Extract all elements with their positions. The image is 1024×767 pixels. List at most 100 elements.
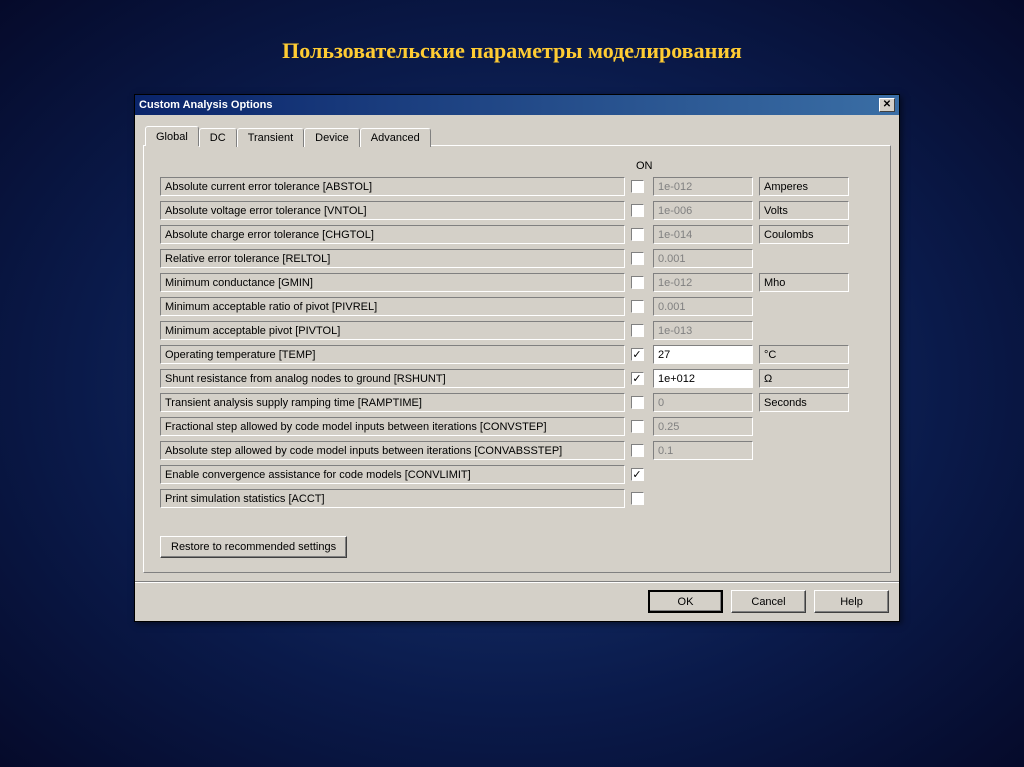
option-checkbox[interactable]: [631, 180, 644, 193]
checkbox-wrap: [625, 420, 649, 433]
option-value: 1e-012: [653, 177, 753, 196]
option-row: Minimum acceptable pivot [PIVTOL] 1e-013: [160, 320, 880, 341]
tab-global[interactable]: Global: [145, 126, 199, 146]
option-checkbox[interactable]: [631, 444, 644, 457]
option-label: Transient analysis supply ramping time […: [160, 393, 625, 412]
option-label: Absolute voltage error tolerance [VNTOL]: [160, 201, 625, 220]
option-value: 0.001: [653, 249, 753, 268]
option-label: Enable convergence assistance for code m…: [160, 465, 625, 484]
checkbox-wrap: [625, 228, 649, 241]
option-value: [653, 489, 753, 508]
checkbox-wrap: [625, 492, 649, 505]
checkbox-wrap: [625, 444, 649, 457]
slide-title: Пользовательские параметры моделирования: [0, 0, 1024, 84]
option-value: 1e-006: [653, 201, 753, 220]
tab-device[interactable]: Device: [304, 128, 360, 147]
dialog-buttons: OK Cancel Help: [135, 581, 899, 621]
option-checkbox[interactable]: [631, 204, 644, 217]
option-label: Absolute step allowed by code model inpu…: [160, 441, 625, 460]
option-label: Minimum acceptable pivot [PIVTOL]: [160, 321, 625, 340]
option-label: Absolute charge error tolerance [CHGTOL]: [160, 225, 625, 244]
option-label: Minimum acceptable ratio of pivot [PIVRE…: [160, 297, 625, 316]
option-checkbox[interactable]: ✓: [631, 372, 644, 385]
cancel-button[interactable]: Cancel: [731, 590, 806, 613]
option-unit: [759, 321, 849, 340]
tab-panel-global: ON Absolute current error tolerance [ABS…: [143, 145, 891, 573]
option-row: Print simulation statistics [ACCT]: [160, 488, 880, 509]
checkbox-wrap: [625, 252, 649, 265]
titlebar: Custom Analysis Options ✕: [135, 95, 899, 115]
option-row: Absolute charge error tolerance [CHGTOL]…: [160, 224, 880, 245]
dialog-body: GlobalDCTransientDeviceAdvanced ON Absol…: [135, 115, 899, 581]
option-label: Print simulation statistics [ACCT]: [160, 489, 625, 508]
checkbox-wrap: [625, 276, 649, 289]
option-value: 0.1: [653, 441, 753, 460]
option-checkbox[interactable]: [631, 492, 644, 505]
option-value: 1e-013: [653, 321, 753, 340]
checkbox-wrap: [625, 300, 649, 313]
option-value: 0: [653, 393, 753, 412]
option-unit: [759, 465, 849, 484]
option-label: Operating temperature [TEMP]: [160, 345, 625, 364]
option-unit: [759, 249, 849, 268]
option-checkbox[interactable]: [631, 420, 644, 433]
option-row: Minimum acceptable ratio of pivot [PIVRE…: [160, 296, 880, 317]
checkbox-wrap: ✓: [625, 348, 649, 361]
option-checkbox[interactable]: [631, 276, 644, 289]
option-unit: Amperes: [759, 177, 849, 196]
dialog-window: Custom Analysis Options ✕ GlobalDCTransi…: [134, 94, 900, 622]
restore-button[interactable]: Restore to recommended settings: [160, 536, 347, 558]
checkbox-wrap: ✓: [625, 372, 649, 385]
dialog-title: Custom Analysis Options: [139, 99, 272, 111]
option-unit: Ω: [759, 369, 849, 388]
option-checkbox[interactable]: [631, 252, 644, 265]
help-button[interactable]: Help: [814, 590, 889, 613]
close-icon[interactable]: ✕: [879, 98, 895, 112]
option-unit: [759, 297, 849, 316]
checkbox-wrap: [625, 204, 649, 217]
option-unit: Mho: [759, 273, 849, 292]
option-checkbox[interactable]: ✓: [631, 468, 644, 481]
option-row: Relative error tolerance [RELTOL] 0.001: [160, 248, 880, 269]
option-row: Fractional step allowed by code model in…: [160, 416, 880, 437]
tab-transient[interactable]: Transient: [237, 128, 304, 147]
option-checkbox[interactable]: ✓: [631, 348, 644, 361]
tabs-row: GlobalDCTransientDeviceAdvanced: [145, 125, 891, 145]
option-row: Transient analysis supply ramping time […: [160, 392, 880, 413]
option-value[interactable]: 27: [653, 345, 753, 364]
tab-dc[interactable]: DC: [199, 128, 237, 147]
option-label: Relative error tolerance [RELTOL]: [160, 249, 625, 268]
option-unit: °C: [759, 345, 849, 364]
option-row: Absolute current error tolerance [ABSTOL…: [160, 176, 880, 197]
option-unit: Volts: [759, 201, 849, 220]
option-unit: Seconds: [759, 393, 849, 412]
tab-advanced[interactable]: Advanced: [360, 128, 431, 147]
option-row: Operating temperature [TEMP] ✓ 27 °C: [160, 344, 880, 365]
option-row: Absolute voltage error tolerance [VNTOL]…: [160, 200, 880, 221]
checkbox-wrap: [625, 180, 649, 193]
checkbox-wrap: [625, 324, 649, 337]
option-label: Minimum conductance [GMIN]: [160, 273, 625, 292]
option-unit: [759, 441, 849, 460]
option-checkbox[interactable]: [631, 396, 644, 409]
option-row: Shunt resistance from analog nodes to gr…: [160, 368, 880, 389]
option-checkbox[interactable]: [631, 228, 644, 241]
ok-button[interactable]: OK: [648, 590, 723, 613]
checkbox-wrap: ✓: [625, 468, 649, 481]
option-unit: [759, 417, 849, 436]
option-value[interactable]: 1e+012: [653, 369, 753, 388]
option-checkbox[interactable]: [631, 300, 644, 313]
option-label: Fractional step allowed by code model in…: [160, 417, 625, 436]
checkbox-wrap: [625, 396, 649, 409]
option-checkbox[interactable]: [631, 324, 644, 337]
option-row: Absolute step allowed by code model inpu…: [160, 440, 880, 461]
option-value: 0.001: [653, 297, 753, 316]
option-value: 0.25: [653, 417, 753, 436]
option-label: Shunt resistance from analog nodes to gr…: [160, 369, 625, 388]
option-unit: [759, 489, 849, 508]
option-value: 1e-014: [653, 225, 753, 244]
on-column-header: ON: [636, 160, 880, 172]
option-value: 1e-012: [653, 273, 753, 292]
option-row: Enable convergence assistance for code m…: [160, 464, 880, 485]
option-value: [653, 465, 753, 484]
